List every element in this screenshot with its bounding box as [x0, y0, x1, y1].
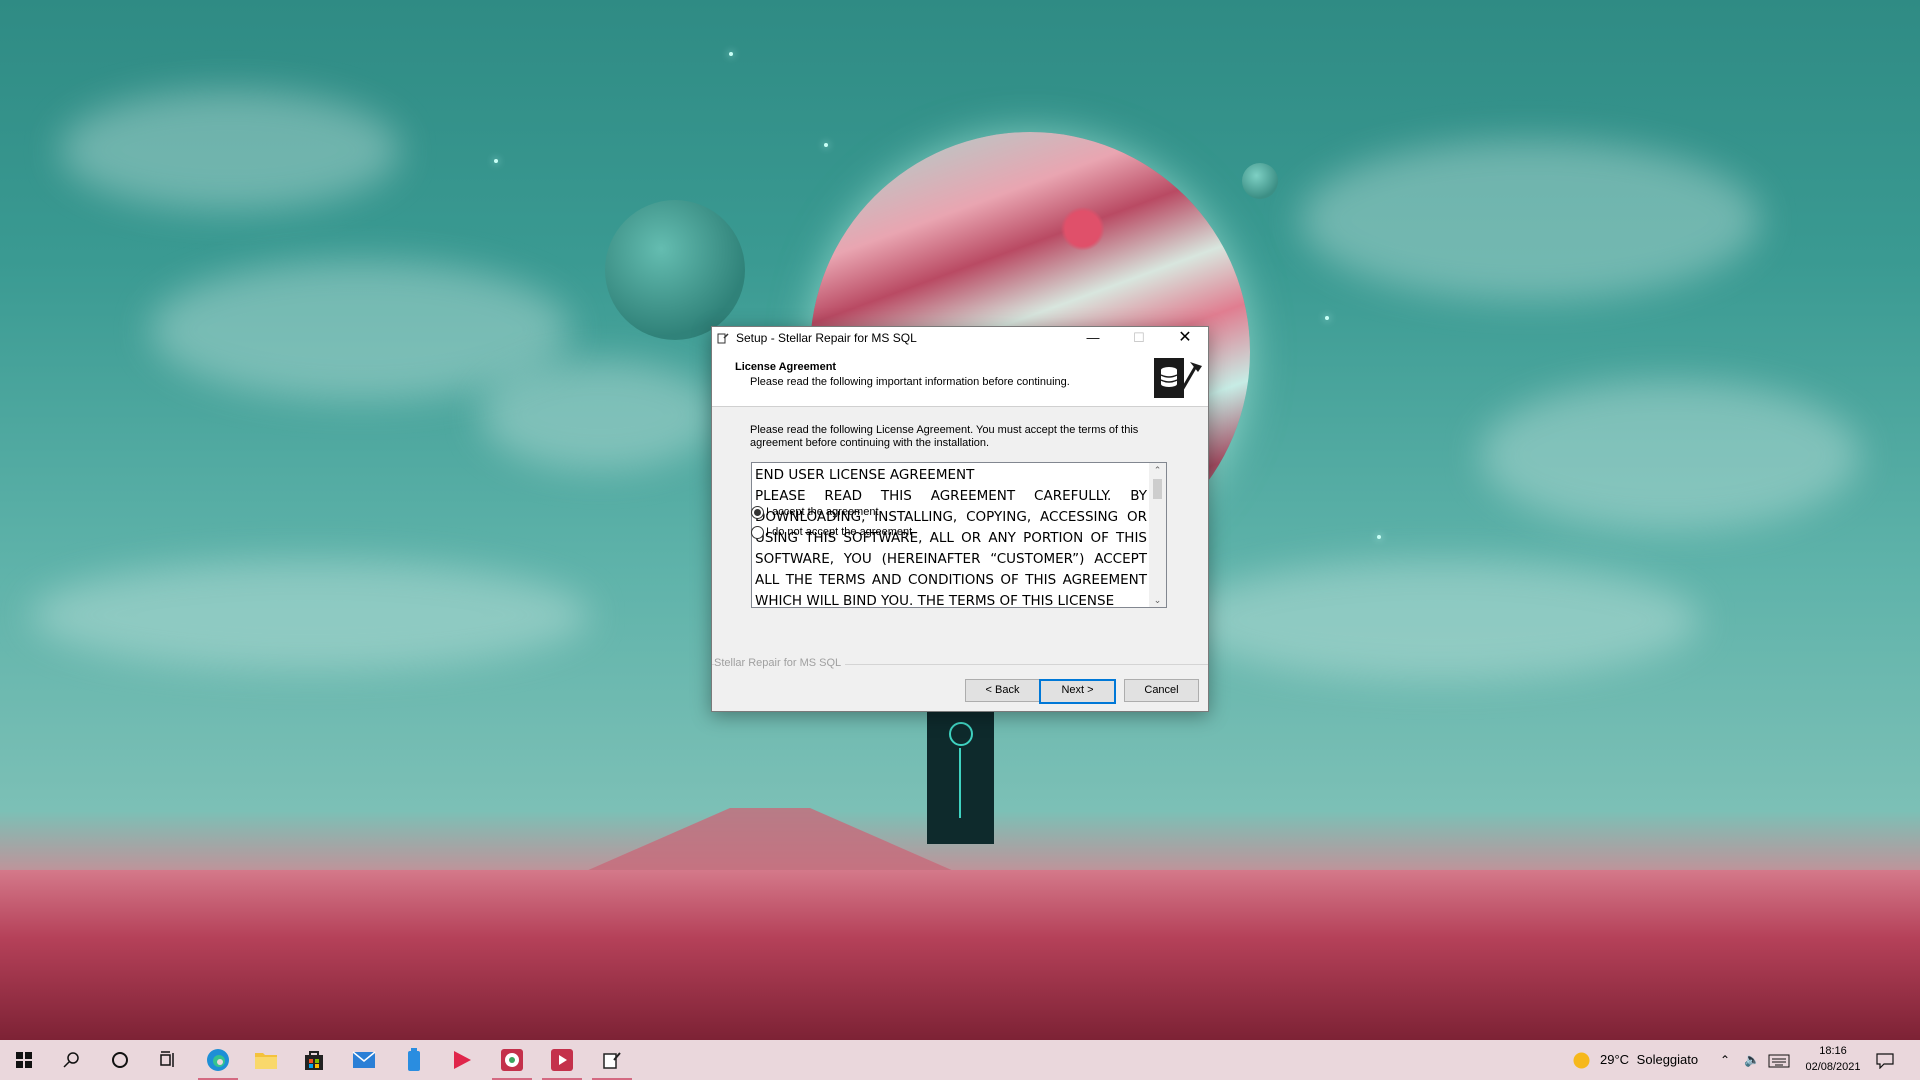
- battery-app-icon: [408, 1048, 420, 1071]
- accept-label: I accept the agreement: [766, 506, 879, 519]
- edge-button[interactable]: [194, 1040, 242, 1080]
- clock-time: 18:16: [1819, 1045, 1847, 1057]
- monolith: [927, 712, 994, 844]
- setup-taskbar-button[interactable]: [588, 1040, 636, 1080]
- cortana-icon: [112, 1052, 128, 1068]
- close-icon: ✕: [1178, 329, 1192, 346]
- edge-icon: [207, 1049, 229, 1071]
- intro-text: Please read the following License Agreem…: [750, 424, 1139, 449]
- video-app-button[interactable]: [538, 1040, 586, 1080]
- start-button[interactable]: [0, 1040, 48, 1080]
- show-hidden-icons[interactable]: ⌃: [1720, 1040, 1730, 1080]
- scroll-thumb[interactable]: [1153, 479, 1162, 499]
- page-title: License Agreement: [735, 361, 837, 373]
- maximize-button: ☐: [1116, 327, 1162, 349]
- play-icon: [454, 1051, 471, 1069]
- keyboard-icon: [1768, 1054, 1790, 1068]
- mail-button[interactable]: [340, 1040, 388, 1080]
- wizard-header: License Agreement Please read the follow…: [712, 349, 1208, 407]
- speaker-icon: 🔈: [1744, 1052, 1761, 1067]
- decline-radio[interactable]: [751, 525, 764, 539]
- database-repair-icon: [1152, 352, 1204, 404]
- cortana-button[interactable]: [96, 1040, 144, 1080]
- page-subtitle: Please read the following important info…: [750, 376, 1070, 388]
- back-button[interactable]: < Back: [965, 679, 1040, 702]
- app-round-icon: [501, 1049, 523, 1071]
- setup-app-icon: [717, 333, 729, 344]
- minimize-button[interactable]: —: [1070, 327, 1116, 349]
- decline-label: I do not accept the agreement: [766, 526, 913, 539]
- app-button-blue[interactable]: [390, 1040, 438, 1080]
- store-button[interactable]: [290, 1040, 338, 1080]
- task-view-button[interactable]: [144, 1040, 192, 1080]
- folder-icon: [255, 1053, 277, 1069]
- monolith-ring: [949, 722, 973, 746]
- moon: [605, 200, 745, 340]
- cloud: [480, 360, 720, 470]
- task-view-icon: [160, 1051, 174, 1067]
- volume-button[interactable]: 🔈: [1744, 1040, 1760, 1080]
- close-button[interactable]: ✕: [1162, 327, 1208, 349]
- notifications-button[interactable]: [1876, 1040, 1894, 1080]
- star: [824, 143, 828, 147]
- store-icon: [305, 1051, 323, 1070]
- search-button[interactable]: [48, 1040, 96, 1080]
- media-player-button[interactable]: [438, 1040, 486, 1080]
- accept-radio[interactable]: [751, 505, 764, 519]
- star: [1325, 316, 1329, 320]
- weather-widget[interactable]: 29°C Soleggiato: [1600, 1040, 1698, 1080]
- setup-dialog: Setup - Stellar Repair for MS SQL — ☐ ✕ …: [711, 326, 1209, 712]
- file-explorer-button[interactable]: [242, 1040, 290, 1080]
- monolith-line: [959, 748, 961, 818]
- star: [1377, 535, 1381, 539]
- small-moon: [1242, 163, 1278, 199]
- search-icon: [63, 1052, 79, 1068]
- title-bar[interactable]: Setup - Stellar Repair for MS SQL — ☐ ✕: [712, 327, 1208, 349]
- cloud: [60, 90, 400, 210]
- star: [729, 52, 733, 56]
- next-button[interactable]: Next >: [1039, 679, 1116, 704]
- footer-label: Stellar Repair for MS SQL: [714, 657, 846, 669]
- setup-app-icon: [603, 1052, 621, 1069]
- weather-temperature: 29°C: [1600, 1052, 1630, 1067]
- video-app-icon: [551, 1049, 573, 1071]
- chevron-up-icon: ⌃: [1720, 1053, 1731, 1067]
- scroll-up-icon[interactable]: ⌃: [1149, 463, 1166, 477]
- license-scrollbar[interactable]: ⌃ ⌄: [1149, 463, 1166, 607]
- sun-icon: [1573, 1052, 1590, 1069]
- weather-description: Soleggiato: [1636, 1052, 1699, 1067]
- decline-option[interactable]: I do not accept the agreement: [751, 524, 912, 540]
- mail-icon: [352, 1051, 376, 1068]
- maximize-icon: ☐: [1133, 330, 1145, 345]
- minimize-icon: —: [1086, 330, 1100, 345]
- star: [494, 159, 498, 163]
- ground: [0, 870, 1920, 1040]
- cancel-button[interactable]: Cancel: [1124, 679, 1199, 702]
- scroll-down-icon[interactable]: ⌄: [1149, 593, 1166, 607]
- cloud: [30, 560, 590, 670]
- accept-option[interactable]: I accept the agreement: [751, 504, 879, 520]
- cloud: [1480, 380, 1860, 530]
- clock[interactable]: 18:16 02/08/2021: [1795, 1043, 1871, 1075]
- windows-icon: [16, 1052, 32, 1068]
- cloud: [1300, 140, 1760, 300]
- cloud: [1180, 560, 1700, 680]
- clock-date: 02/08/2021: [1805, 1061, 1861, 1073]
- license-title: END USER LICENSE AGREEMENT: [755, 467, 975, 483]
- notification-icon: [1876, 1052, 1894, 1070]
- window-title: Setup - Stellar Repair for MS SQL: [736, 331, 917, 345]
- taskbar: 29°C Soleggiato ⌃ 🔈 18:16 02/08/2021: [0, 1040, 1920, 1080]
- keyboard-button[interactable]: [1768, 1040, 1790, 1080]
- app-button-round[interactable]: [488, 1040, 536, 1080]
